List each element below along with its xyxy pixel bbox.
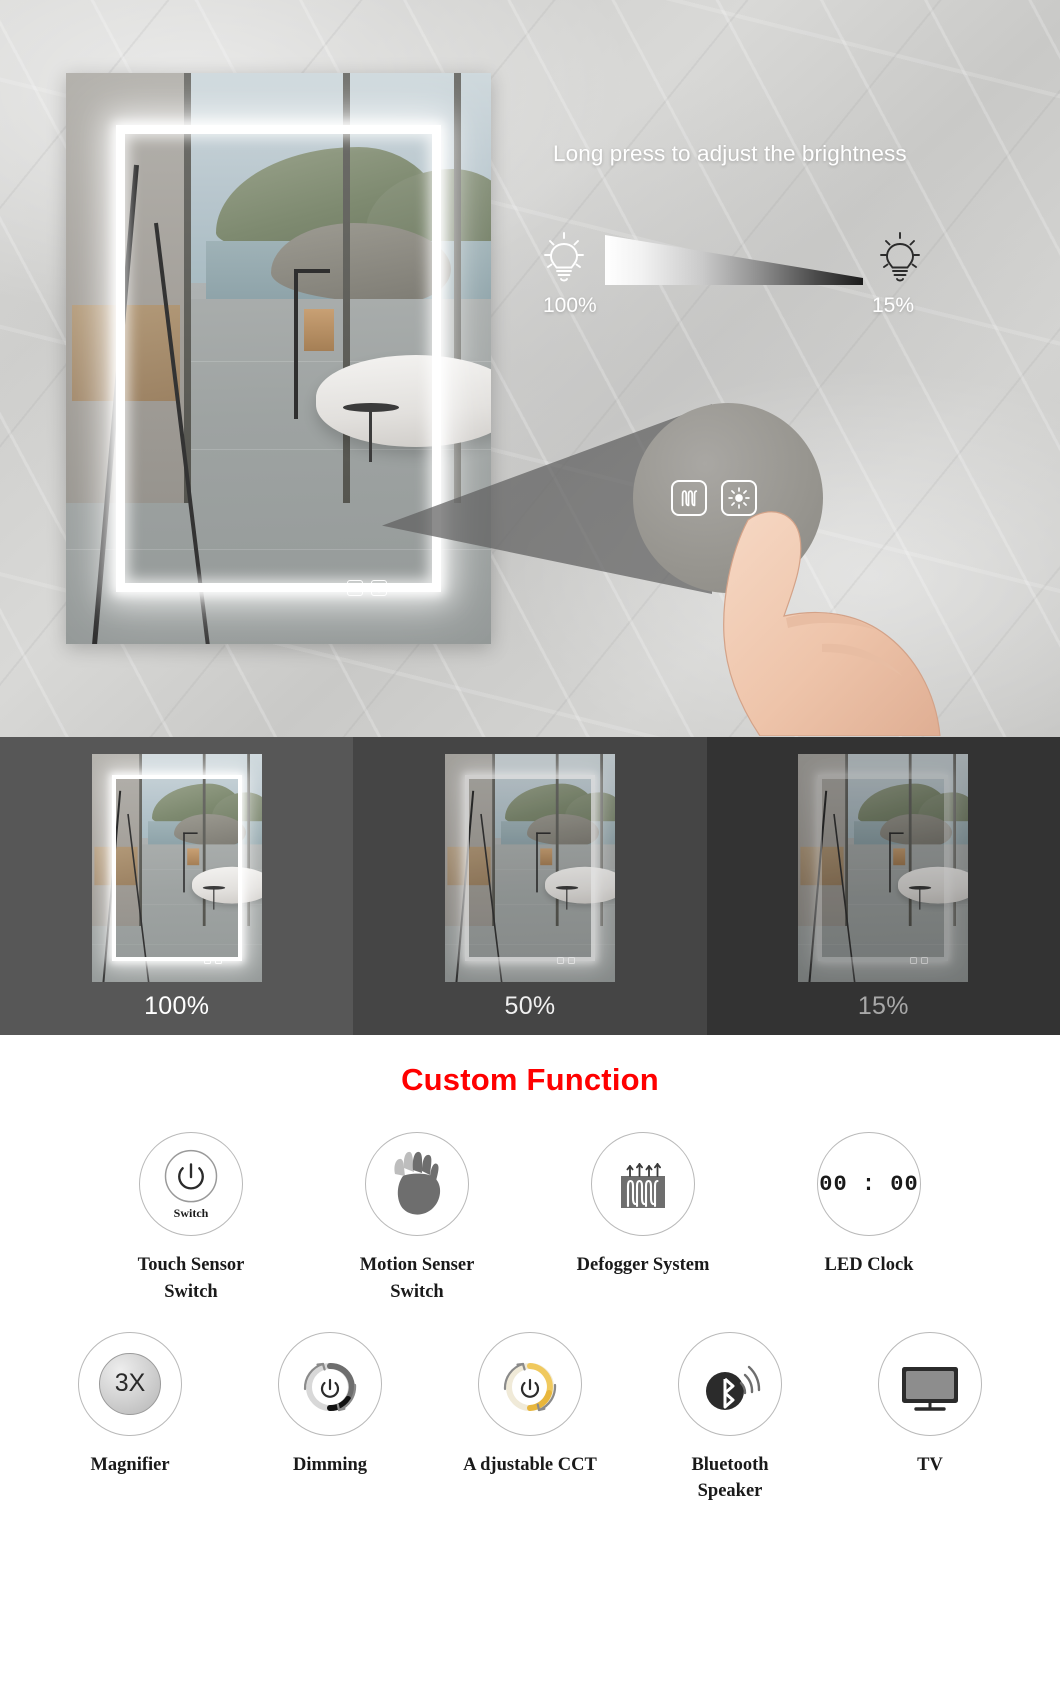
defogger-heater-icon-circle xyxy=(591,1132,695,1236)
led-mirror-product xyxy=(66,73,491,644)
defogger-touch-button[interactable] xyxy=(910,957,918,964)
switch-caption: Switch xyxy=(173,1206,209,1220)
custom-function-title: Custom Function xyxy=(401,1062,659,1097)
feature-item: Defogger System xyxy=(558,1132,728,1279)
comparison-panel: 15% xyxy=(706,737,1060,1035)
brightness-touch-button[interactable] xyxy=(214,957,222,964)
feature-label: TV xyxy=(917,1454,943,1475)
mirror-touch-button-group xyxy=(556,957,575,964)
bluetooth-speaker-icon xyxy=(706,1365,761,1410)
comparison-label: 15% xyxy=(857,992,909,1020)
mirror-thumbnail xyxy=(444,754,615,982)
feature-label: Touch Sensor Switch xyxy=(137,1255,245,1302)
hand-pointing-icon xyxy=(723,511,941,736)
brightness-min-label: 15% xyxy=(872,294,915,317)
dimming-ring-icon xyxy=(303,1362,357,1411)
led-light-frame xyxy=(464,775,595,961)
comparison-panel: 100% xyxy=(0,737,354,1035)
feature-label: A djustable CCT xyxy=(463,1454,597,1475)
mirror-touch-button-group xyxy=(347,580,387,596)
mirror-touch-button-group xyxy=(910,957,929,964)
defogger-touch-button[interactable] xyxy=(203,957,211,964)
comparison-label: 50% xyxy=(504,992,556,1020)
brightness-icon xyxy=(374,583,384,593)
bluetooth-speaker-icon-circle xyxy=(678,1331,782,1436)
brightness-slider-illustration xyxy=(537,229,927,291)
brightness-touch-button[interactable] xyxy=(371,580,387,596)
feature-row-2: 3X Magnifier Dimming A djustable CCT Bluetoo… xyxy=(0,1331,1060,1506)
mirror-touch-button-group xyxy=(203,957,222,964)
brightness-touch-button[interactable] xyxy=(921,957,929,964)
feature-label: Magnifier xyxy=(90,1454,170,1475)
tv-icon-circle xyxy=(878,1331,982,1436)
mirror-thumbnail xyxy=(91,754,262,982)
magnifier-icon-circle: 3X xyxy=(78,1331,182,1436)
mirror-thumbnail xyxy=(798,754,969,982)
defogger-touch-button[interactable] xyxy=(347,580,363,596)
dimming-ring-icon-circle xyxy=(278,1331,382,1436)
feature-item: A djustable CCT xyxy=(445,1331,615,1479)
feature-label: Defogger System xyxy=(576,1255,710,1275)
hero-banner: Long press to adjust the brightness 100%… xyxy=(0,0,1060,737)
cct-ring-icon-circle xyxy=(478,1331,582,1436)
defogger-icon xyxy=(352,584,358,592)
comparison-label: 100% xyxy=(144,992,210,1020)
magnifier-lens: 3X xyxy=(99,1352,161,1415)
custom-function-section: Custom Function Switch Touch Sensor Switch… xyxy=(0,1035,1060,1683)
feature-item: Switch Touch Sensor Switch xyxy=(106,1132,276,1306)
feature-item: TV xyxy=(845,1331,1015,1479)
brightness-gradient-wedge xyxy=(605,235,863,285)
power-switch-icon-circle: Switch xyxy=(139,1132,243,1236)
comparison-panel: 50% xyxy=(353,737,707,1035)
feature-label: Motion Senser Switch xyxy=(359,1255,475,1302)
feature-item: 3X Magnifier xyxy=(45,1331,215,1479)
brightness-touch-button[interactable] xyxy=(567,957,575,964)
clock-readout: 00 : 00 xyxy=(819,1171,919,1197)
led-light-frame xyxy=(111,775,242,961)
feature-item: 00 : 00 LED Clock xyxy=(784,1132,954,1279)
hero-headline: Long press to adjust the brightness xyxy=(553,141,907,166)
feature-row-1: Switch Touch Sensor Switch Motion Senser Swi… xyxy=(0,1132,1060,1306)
feature-item: Dimming xyxy=(245,1331,415,1479)
led-light-frame xyxy=(818,775,949,961)
led-clock-icon-circle: 00 : 00 xyxy=(817,1132,921,1236)
tv-icon xyxy=(902,1366,958,1411)
lightbulb-dim-icon xyxy=(880,232,920,282)
waving-hand-icon-circle xyxy=(365,1132,469,1236)
brightness-comparison-strip: 100% 50% 15% xyxy=(0,737,1060,1035)
defogger-icon xyxy=(681,490,698,507)
defogger-heater-icon xyxy=(621,1163,665,1208)
cct-ring-icon xyxy=(503,1362,557,1411)
feature-label: LED Clock xyxy=(824,1255,914,1275)
lightbulb-bright-icon xyxy=(544,232,584,282)
feature-label: Dimming xyxy=(293,1454,367,1475)
defogger-touch-button[interactable] xyxy=(556,957,564,964)
feature-item: Bluetooth Speaker xyxy=(645,1331,815,1506)
feature-label: Bluetooth Speaker xyxy=(691,1454,769,1502)
brightness-max-label: 100% xyxy=(543,294,597,317)
feature-item: Motion Senser Switch xyxy=(332,1132,502,1306)
waving-hand-icon xyxy=(394,1151,441,1215)
